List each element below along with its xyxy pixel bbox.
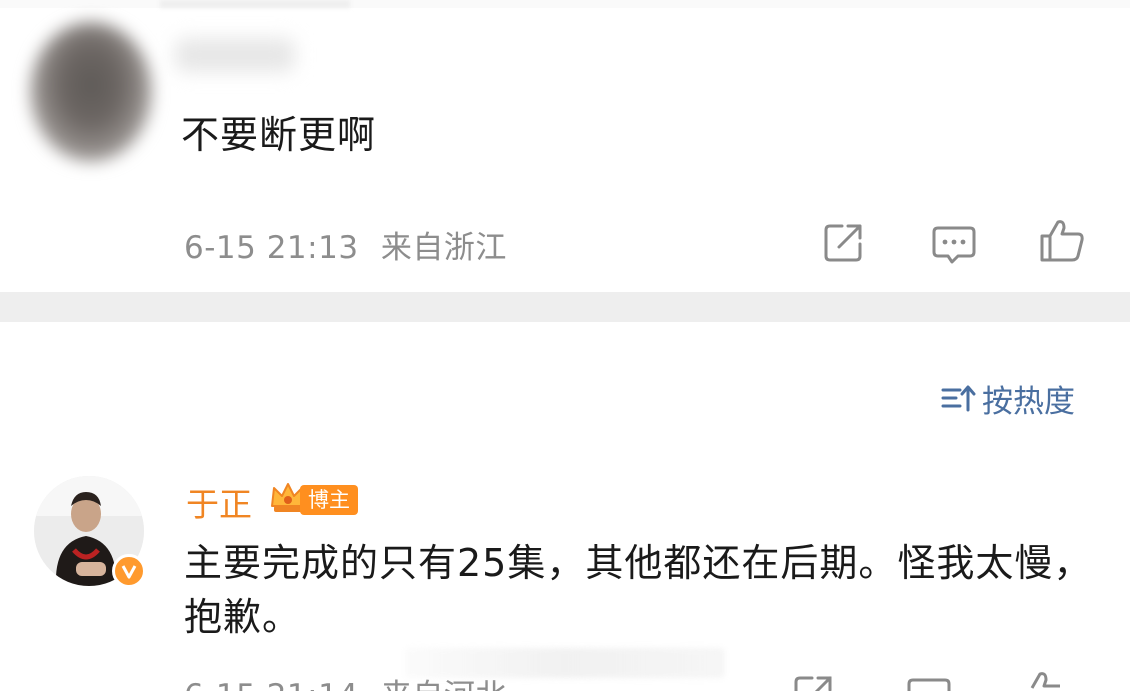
blogger-badge: 博主 bbox=[300, 485, 358, 515]
comment-timestamp: 6-15 21:13 bbox=[184, 230, 359, 266]
sort-by-hot-button[interactable]: 按热度 bbox=[940, 376, 1075, 420]
sort-label: 按热度 bbox=[982, 383, 1075, 420]
comment-text: 不要断更啊 bbox=[181, 113, 377, 157]
share-icon[interactable] bbox=[790, 670, 838, 691]
section-divider bbox=[0, 292, 1130, 322]
commenter-name-blurred[interactable] bbox=[175, 38, 295, 72]
comment-icon[interactable] bbox=[905, 672, 953, 691]
comment-location: 来自浙江 bbox=[380, 230, 507, 266]
reply-text: 主要完成的只有25集，其他都还在后期。怪我太慢，抱歉。 bbox=[184, 541, 1093, 639]
commenter-avatar[interactable] bbox=[30, 22, 152, 162]
verified-v-icon bbox=[112, 554, 146, 588]
like-icon[interactable] bbox=[1038, 216, 1086, 264]
blurred-overlay bbox=[405, 648, 725, 678]
comment-meta: 6-15 21:13 来自浙江 bbox=[184, 222, 507, 267]
author-name[interactable]: 于正 bbox=[186, 478, 252, 526]
reply-timestamp: 6-15 21:14 bbox=[184, 678, 359, 691]
comment-icon[interactable] bbox=[930, 220, 978, 268]
sort-icon bbox=[941, 385, 976, 412]
share-icon[interactable] bbox=[820, 218, 868, 266]
blurred-region bbox=[160, 0, 350, 8]
reply-location: 来自河北 bbox=[381, 678, 507, 691]
top-strip bbox=[0, 0, 1130, 8]
like-icon[interactable] bbox=[1020, 668, 1068, 691]
